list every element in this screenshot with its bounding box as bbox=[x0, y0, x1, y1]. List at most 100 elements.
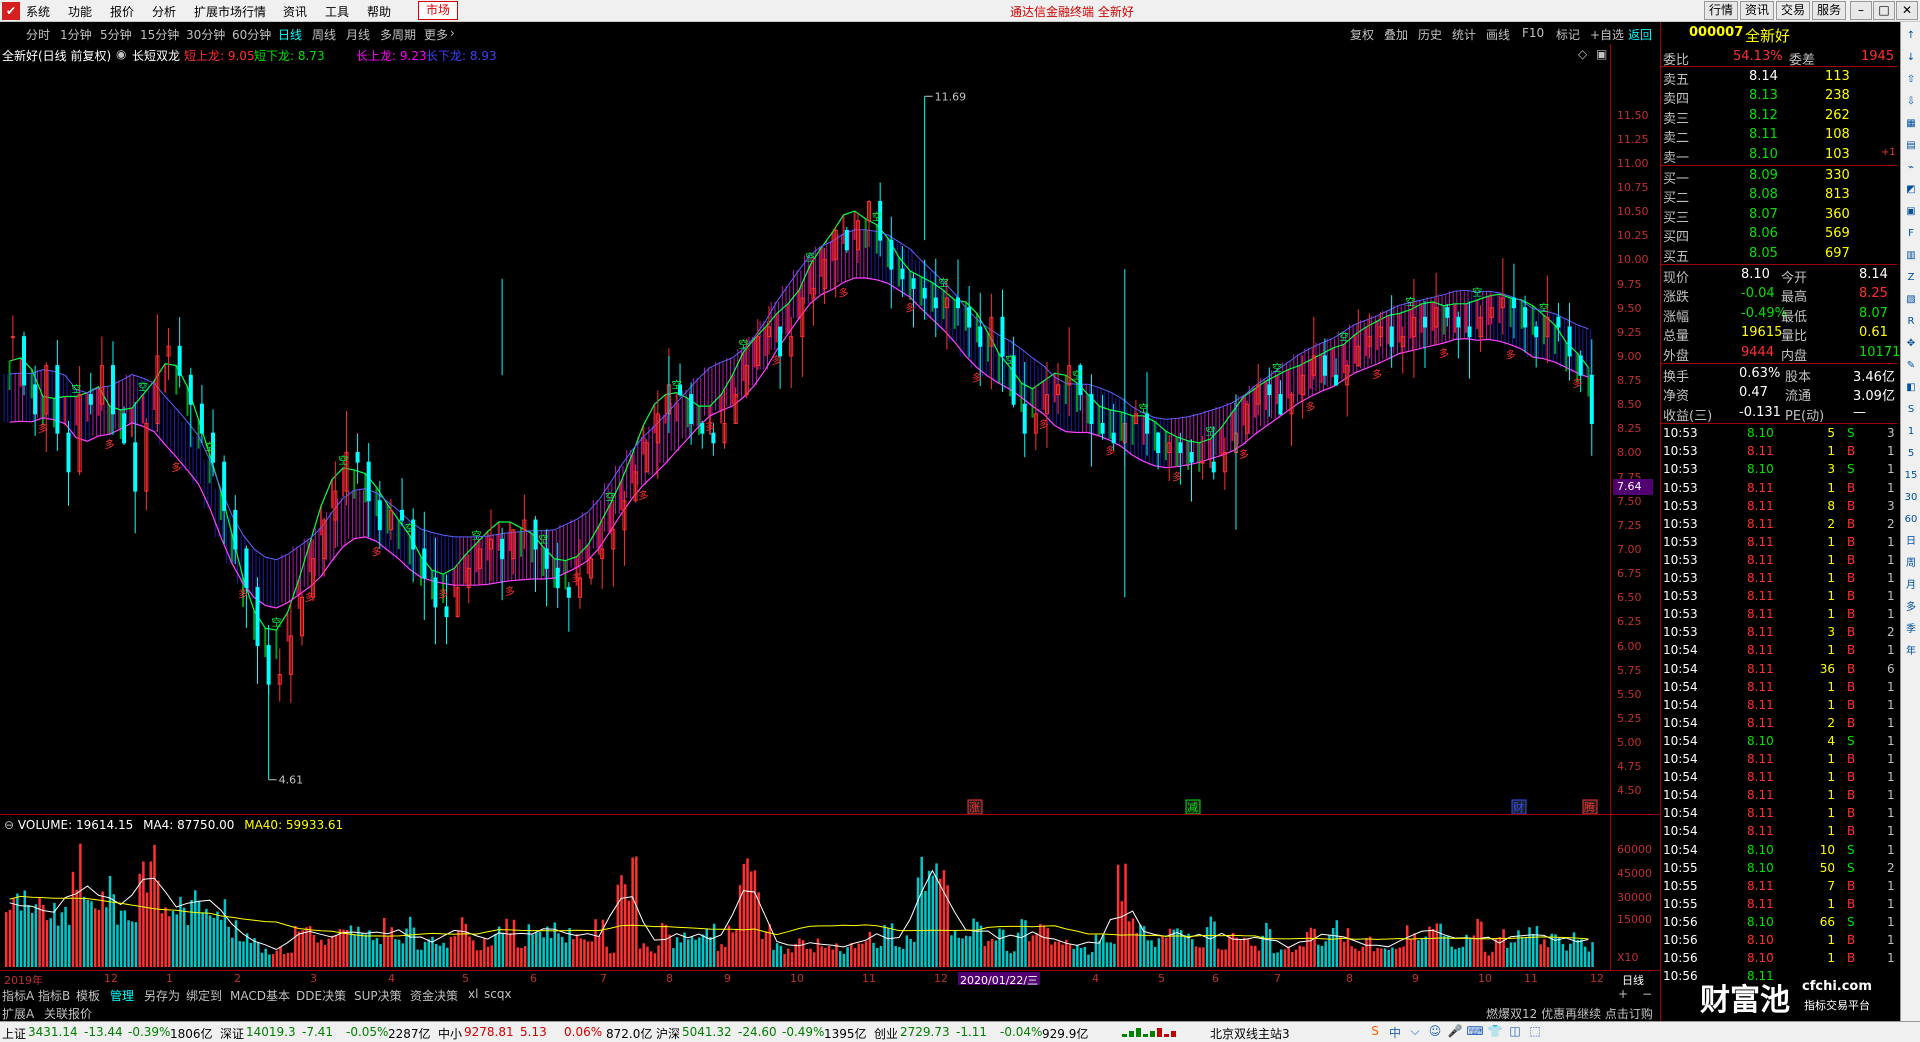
tray-icon[interactable]: 👕 bbox=[1486, 1024, 1504, 1040]
tray-icon[interactable]: S bbox=[1366, 1024, 1384, 1040]
tab-manage[interactable]: 管理 bbox=[110, 987, 134, 1004]
toolbar-overlay[interactable]: 叠加 bbox=[1384, 26, 1408, 43]
page-up-icon[interactable]: ⇧ bbox=[1903, 72, 1919, 88]
tray-icon[interactable]: 中 bbox=[1386, 1024, 1404, 1040]
period-30min[interactable]: 30分钟 bbox=[186, 26, 225, 43]
index-name[interactable]: 上证 bbox=[2, 1025, 26, 1042]
price-chart[interactable]: 多空多空多空多空多空多空多空多空多空 多空多空多空多空多空多空多空多空多空多空多空… bbox=[0, 62, 1610, 814]
news-button[interactable]: 资讯 bbox=[1740, 1, 1774, 20]
toolbar-mark[interactable]: 标记 bbox=[1556, 26, 1580, 43]
month-icon[interactable]: 月 bbox=[1903, 578, 1919, 594]
bid-row[interactable]: 买二 8.08 813 bbox=[1661, 186, 1897, 206]
menu-tools[interactable]: 工具 bbox=[325, 3, 349, 20]
toolbar-f10[interactable]: F10 bbox=[1522, 26, 1544, 40]
minimize-icon[interactable]: – bbox=[1850, 1, 1872, 20]
menu-extended-market[interactable]: 扩展市场行情 bbox=[194, 3, 266, 20]
ask-row[interactable]: 卖五 8.14 113 bbox=[1661, 68, 1897, 88]
trade-button[interactable]: 交易 bbox=[1776, 1, 1810, 20]
menu-system[interactable]: 系统 bbox=[26, 3, 50, 20]
toolbar-statistics[interactable]: 统计 bbox=[1452, 26, 1476, 43]
grid-icon[interactable]: ▦ bbox=[1903, 116, 1919, 132]
year-icon[interactable]: 年 bbox=[1903, 644, 1919, 660]
finance-icon[interactable]: F bbox=[1903, 226, 1919, 242]
tab-fund[interactable]: 资金决策 bbox=[410, 987, 458, 1004]
bid-row[interactable]: 买一 8.09 330 bbox=[1661, 167, 1897, 187]
zoom-icon[interactable]: Z bbox=[1903, 270, 1919, 286]
tray-icon[interactable]: ◫ bbox=[1506, 1024, 1524, 1040]
period-monthly[interactable]: 月线 bbox=[346, 26, 370, 43]
menu-function[interactable]: 功能 bbox=[68, 3, 92, 20]
rsi-icon[interactable]: R bbox=[1903, 314, 1919, 330]
toolbar-back[interactable]: 返回 bbox=[1628, 26, 1652, 43]
index-name[interactable]: 深证 bbox=[220, 1025, 244, 1042]
menu-help[interactable]: 帮助 bbox=[367, 3, 391, 20]
indicator-dot-icon[interactable]: ◉ bbox=[116, 47, 126, 61]
signal-icon[interactable]: S bbox=[1903, 402, 1919, 418]
promo-banner[interactable]: 燃爆双12 优惠再继续 点击订购 bbox=[1486, 1005, 1653, 1022]
service-button[interactable]: 服务 bbox=[1812, 1, 1846, 20]
move-icon[interactable]: ✥ bbox=[1903, 336, 1919, 352]
zoom-out-icon[interactable]: − bbox=[1642, 987, 1652, 1001]
ext-tab-related[interactable]: 关联报价 bbox=[44, 1005, 92, 1022]
maximize-icon[interactable]: □ bbox=[1873, 1, 1895, 20]
tray-icon[interactable]: 🎤 bbox=[1446, 1024, 1464, 1040]
tab-indicator-b[interactable]: 指标B bbox=[38, 987, 70, 1004]
tab-xl[interactable]: xl bbox=[468, 987, 478, 1001]
tray-icon[interactable]: ⬚ bbox=[1526, 1024, 1544, 1040]
tray-icon[interactable]: ☺ bbox=[1426, 1024, 1444, 1040]
period-60-icon[interactable]: 60 bbox=[1903, 512, 1919, 528]
period-daily[interactable]: 日线 bbox=[278, 26, 302, 43]
index-name[interactable]: 创业 bbox=[874, 1025, 898, 1042]
bid-row[interactable]: 买四 8.06 569 bbox=[1661, 225, 1897, 245]
volume-collapse-icon[interactable]: ⊖ bbox=[4, 818, 14, 832]
bid-row[interactable]: 买三 8.07 360 bbox=[1661, 206, 1897, 226]
window-toggle-icon[interactable]: ▣ bbox=[1596, 47, 1607, 61]
period-30-icon[interactable]: 30 bbox=[1903, 490, 1919, 506]
tray-icon[interactable]: ⌨ bbox=[1466, 1024, 1484, 1040]
page-down-icon[interactable]: ⇩ bbox=[1903, 94, 1919, 110]
period-weekly[interactable]: 周线 bbox=[312, 26, 336, 43]
ext-tab-a[interactable]: 扩展A bbox=[2, 1005, 34, 1022]
ask-row[interactable]: 卖一 8.10 103 +1 bbox=[1661, 146, 1897, 166]
toolbar-draw[interactable]: 画线 bbox=[1486, 26, 1510, 43]
zoom-in-icon[interactable]: + bbox=[1618, 987, 1628, 1001]
close-icon[interactable]: ✕ bbox=[1896, 1, 1918, 20]
split-icon[interactable]: ◧ bbox=[1903, 380, 1919, 396]
day-icon[interactable]: 日 bbox=[1903, 534, 1919, 550]
index-name[interactable]: 中小 bbox=[438, 1025, 462, 1042]
bid-row[interactable]: 买五 8.05 697 bbox=[1661, 245, 1897, 265]
bars-icon[interactable]: ▧ bbox=[1903, 292, 1919, 308]
ask-row[interactable]: 卖三 8.12 262 bbox=[1661, 107, 1897, 127]
tab-indicator-a[interactable]: 指标A bbox=[2, 987, 34, 1004]
period-multi[interactable]: 多周期 bbox=[380, 26, 416, 43]
more-chevron-icon[interactable]: › bbox=[450, 26, 455, 40]
period-timeshare[interactable]: 分时 bbox=[26, 26, 50, 43]
ask-row[interactable]: 卖四 8.13 238 bbox=[1661, 87, 1897, 107]
period-60min[interactable]: 60分钟 bbox=[232, 26, 271, 43]
table-icon[interactable]: ▥ bbox=[1903, 248, 1919, 264]
list-icon[interactable]: ▤ bbox=[1903, 138, 1919, 154]
multi-icon[interactable]: 多 bbox=[1903, 600, 1919, 616]
period-5-icon[interactable]: 5 bbox=[1903, 446, 1919, 462]
tab-save-as[interactable]: 另存为 bbox=[144, 987, 180, 1004]
up-arrow-icon[interactable]: ↑ bbox=[1903, 28, 1919, 44]
market-tab[interactable]: 市场 bbox=[418, 1, 458, 20]
tab-scqx[interactable]: scqx bbox=[484, 987, 512, 1001]
index-name[interactable]: 沪深 bbox=[656, 1025, 680, 1042]
period-15-icon[interactable]: 15 bbox=[1903, 468, 1919, 484]
toolbar-add-watchlist[interactable]: +自选 bbox=[1590, 26, 1624, 43]
tray-icon[interactable]: ⌵ bbox=[1406, 1024, 1424, 1040]
period-5min[interactable]: 5分钟 bbox=[100, 26, 132, 43]
toolbar-restore-right[interactable]: 复权 bbox=[1350, 26, 1374, 43]
menu-analysis[interactable]: 分析 bbox=[152, 3, 176, 20]
period-15min[interactable]: 15分钟 bbox=[140, 26, 179, 43]
tab-bind-to[interactable]: 绑定到 bbox=[186, 987, 222, 1004]
server-name[interactable]: 北京双线主站3 bbox=[1210, 1025, 1290, 1042]
pen-icon[interactable]: ✎ bbox=[1903, 358, 1919, 374]
tab-dde[interactable]: DDE决策 bbox=[296, 987, 346, 1004]
menu-news[interactable]: 资讯 bbox=[283, 3, 307, 20]
tab-template[interactable]: 模板 bbox=[76, 987, 100, 1004]
menu-quote[interactable]: 报价 bbox=[110, 3, 134, 20]
ask-row[interactable]: 卖二 8.11 108 bbox=[1661, 126, 1897, 146]
toolbar-history[interactable]: 历史 bbox=[1418, 26, 1442, 43]
